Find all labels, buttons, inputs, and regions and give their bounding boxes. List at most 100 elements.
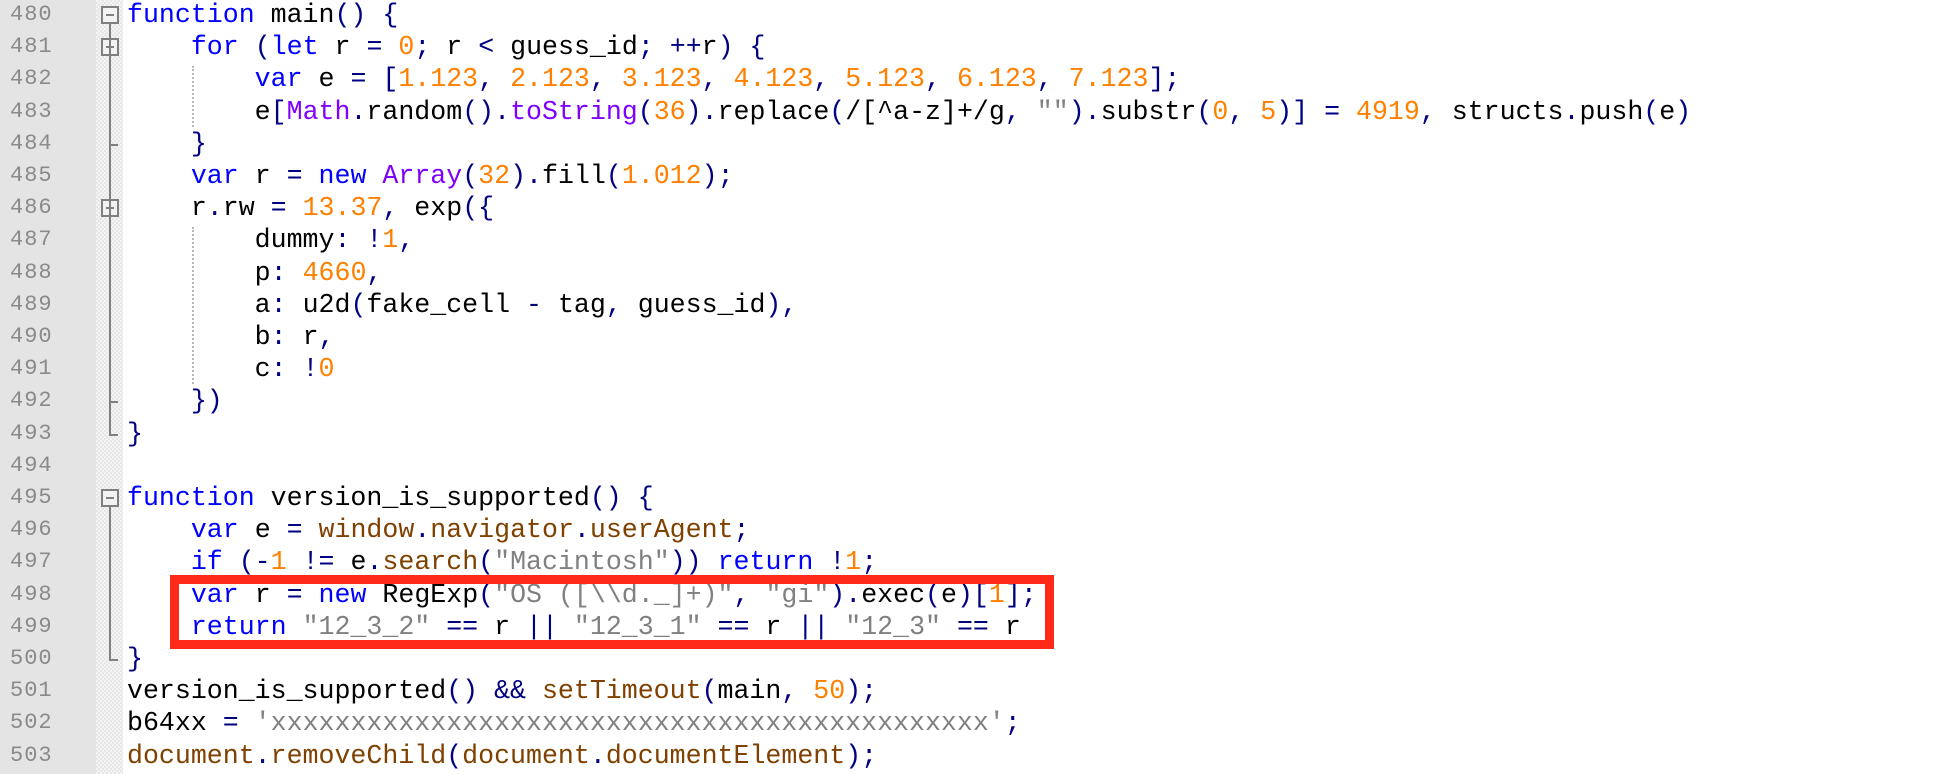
code-line[interactable]: 492 }) xyxy=(0,386,1950,418)
keyword-token: function xyxy=(127,483,255,513)
identifier-token: version_is_supported xyxy=(127,676,447,707)
highlight-box xyxy=(170,575,1054,649)
operator-token: : xyxy=(270,289,303,320)
operator-token: = xyxy=(222,708,255,739)
code-line[interactable]: 489 a: u2d(fake_cell - tag, guess_id), xyxy=(0,290,1950,322)
identifier-token: replace xyxy=(717,96,830,127)
operator-token: = [ xyxy=(350,64,399,95)
code-text: var e = window.navigator.userAgent; xyxy=(127,515,750,547)
number-token: 5.123 xyxy=(845,64,926,95)
line-number: 498 xyxy=(10,581,53,607)
identifier-token: r xyxy=(318,32,367,63)
operator-token: = xyxy=(366,32,383,63)
operator-token: ; xyxy=(861,547,878,578)
code-text: r.rw = 13.37, exp({ xyxy=(127,193,494,225)
keyword-token: for xyxy=(190,32,239,63)
line-number: 500 xyxy=(10,646,53,671)
string-token: 'xxxxxxxxxxxxxxxxxxxxxxxxxxxxxxxxxxxxxxx… xyxy=(254,708,1005,739)
operator-token: = xyxy=(270,193,303,224)
identifier-token: fake_cell xyxy=(366,289,527,320)
code-text: function main() { xyxy=(127,0,398,32)
code-line[interactable]: 483 e[Math.random().toString(36).replace… xyxy=(0,97,1950,129)
keyword-token: if xyxy=(190,547,223,578)
operator-token: ( xyxy=(446,740,463,771)
line-number: 487 xyxy=(10,227,53,253)
operator-token: , xyxy=(1419,96,1452,127)
code-line[interactable]: 490 b: r, xyxy=(0,322,1950,354)
operator-token: ). xyxy=(1068,96,1101,127)
operator-token: = xyxy=(286,515,319,546)
code-text: }) xyxy=(127,386,223,418)
operator-token: ); xyxy=(701,161,734,191)
keyword-token: function xyxy=(127,0,255,30)
line-number: 496 xyxy=(10,517,53,543)
code-line[interactable]: 486 r.rw = 13.37, exp({ xyxy=(0,193,1950,225)
operator-token: ; xyxy=(414,32,431,63)
code-line[interactable]: 496 var e = window.navigator.userAgent; xyxy=(0,515,1950,547)
identifier-token: rw xyxy=(222,193,271,224)
number-token: 4660 xyxy=(302,257,367,288)
code-text: var r = new Array(32).fill(1.012); xyxy=(127,161,734,193)
code-line[interactable]: 491 c: !0 xyxy=(0,354,1950,386)
line-number: 483 xyxy=(10,98,53,124)
code-line[interactable]: 502 b64xx = 'xxxxxxxxxxxxxxxxxxxxxxxxxxxx… xyxy=(0,708,1950,740)
code-line[interactable]: 481 for (let r = 0; r < guess_id; ++r) { xyxy=(0,32,1950,64)
operator-token: ( xyxy=(637,96,654,127)
operator-token: , xyxy=(382,193,415,224)
identifier-token: structs xyxy=(1451,96,1564,127)
code-line[interactable]: 480 function main() { xyxy=(0,0,1950,32)
line-number: 502 xyxy=(10,710,53,736)
operator-token: : xyxy=(270,322,303,352)
line-number: 490 xyxy=(10,324,53,349)
code-line[interactable]: 495 function version_is_supported() { xyxy=(0,483,1950,515)
operator-token: ). xyxy=(510,161,543,191)
identifier-token: main xyxy=(717,676,782,707)
operator-token: () { xyxy=(589,483,654,513)
operator-token: , xyxy=(605,289,638,320)
line-number: 493 xyxy=(10,420,53,446)
identifier-token: /[^a-z]+/g xyxy=(845,96,1005,127)
code-line[interactable]: 494 xyxy=(0,451,1950,483)
code-line[interactable]: 485 var r = new Array(32).fill(1.012); xyxy=(0,161,1950,193)
number-token: 1.012 xyxy=(621,161,702,191)
line-number: 491 xyxy=(10,356,53,382)
fold-collapse-icon[interactable] xyxy=(101,6,119,24)
operator-token: , xyxy=(589,64,622,95)
operator-token: ; xyxy=(1004,708,1021,739)
indent-guide xyxy=(192,66,194,127)
identifier-token: fill xyxy=(542,161,606,191)
indent-guide xyxy=(192,227,194,385)
fold-collapse-icon[interactable] xyxy=(101,489,119,507)
code-line[interactable]: 484 } xyxy=(0,129,1950,161)
code-line[interactable]: 482 var e = [1.123, 2.123, 3.123, 4.123,… xyxy=(0,64,1950,96)
code-text: for (let r = 0; r < guess_id; ++r) { xyxy=(127,32,766,64)
code-line[interactable]: 503 document.removeChild(document.documen… xyxy=(0,741,1950,773)
code-line[interactable]: 487 dummy: !1, xyxy=(0,225,1950,257)
code-line[interactable]: 501 version_is_supported() && setTimeout(… xyxy=(0,676,1950,708)
code-editor[interactable]: 480 function main() {481 for (let r = 0; … xyxy=(0,0,1950,774)
operator-token: . xyxy=(589,740,606,771)
operator-token: ), xyxy=(765,289,798,320)
line-number: 495 xyxy=(10,485,53,510)
operator-token: < xyxy=(478,32,495,63)
keyword-token: var xyxy=(190,161,239,191)
code-text: a: u2d(fake_cell - tag, guess_id), xyxy=(127,289,798,322)
code-line[interactable]: 488 p: 4660, xyxy=(0,258,1950,290)
operator-token: )] = xyxy=(1276,96,1356,127)
code-text: dummy: !1, xyxy=(127,225,415,257)
identifier-token: u2d xyxy=(302,289,351,320)
code-text: function version_is_supported() { xyxy=(127,483,654,515)
code-line[interactable]: 493} xyxy=(0,419,1950,451)
operator-token: () { xyxy=(334,0,399,30)
identifier-token xyxy=(366,161,382,191)
identifier-token: r xyxy=(127,193,207,224)
function-token: search xyxy=(382,547,479,578)
line-number: 497 xyxy=(10,549,53,575)
number-token: 6.123 xyxy=(956,64,1037,95)
operator-token: . xyxy=(573,515,590,546)
line-number: 492 xyxy=(10,388,53,414)
operator-token: ) { xyxy=(717,32,766,63)
operator-token: ); xyxy=(845,740,878,771)
fold-end-marker xyxy=(109,659,118,661)
operator-token: != xyxy=(286,547,351,578)
